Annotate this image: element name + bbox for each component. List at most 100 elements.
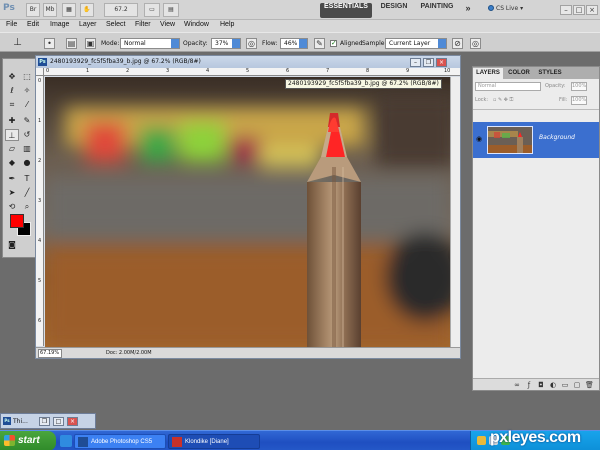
quick-launch-ie-icon[interactable]: [60, 435, 72, 447]
doc-restore-icon[interactable]: ❐: [39, 417, 50, 426]
trash-icon[interactable]: 🗑: [585, 381, 594, 389]
cs-live-button[interactable]: CS Live ▾: [488, 5, 523, 12]
mode-select[interactable]: Normal: [120, 38, 180, 49]
menu-layer[interactable]: Layer: [79, 21, 97, 28]
start-button[interactable]: start: [0, 431, 56, 450]
brush-tool-icon[interactable]: ✎: [20, 115, 34, 127]
crop-tool-icon[interactable]: ⌗: [5, 99, 19, 111]
minimized-document[interactable]: Ps Thi... ❐ □ ×: [0, 413, 96, 429]
history-brush-tool-icon[interactable]: ↺: [20, 129, 34, 141]
layer-mask-icon[interactable]: ◘: [537, 381, 545, 389]
aligned-checkbox[interactable]: ✓: [330, 40, 337, 47]
close-icon[interactable]: ×: [586, 5, 598, 15]
lasso-tool-icon[interactable]: ℓ: [5, 85, 19, 97]
blur-tool-icon[interactable]: ◆: [5, 157, 19, 169]
vertical-ruler[interactable]: 0 1 2 3 4 5 6: [36, 76, 44, 346]
maximize-icon[interactable]: □: [573, 5, 585, 15]
horizontal-ruler[interactable]: 0 1 2 3 4 5 6 7 8 9 10: [44, 68, 460, 76]
menu-file[interactable]: File: [6, 21, 17, 28]
healing-brush-tool-icon[interactable]: ✚: [5, 115, 19, 127]
menu-image[interactable]: Image: [50, 21, 69, 28]
document-size[interactable]: Doc: 2.00M/2.00M: [106, 350, 152, 356]
new-layer-icon[interactable]: ▢: [573, 381, 581, 389]
menu-view[interactable]: View: [160, 21, 175, 28]
menu-filter[interactable]: Filter: [135, 21, 151, 28]
quick-selection-tool-icon[interactable]: ✧: [20, 85, 34, 97]
layer-style-icon[interactable]: ƒ: [525, 381, 533, 389]
marquee-tool-icon[interactable]: ⬚: [20, 71, 34, 83]
type-tool-icon[interactable]: T: [20, 173, 34, 185]
move-tool-icon[interactable]: ✥: [5, 71, 19, 83]
taskbar-photoshop[interactable]: Adobe Photoshop CS5: [74, 434, 166, 449]
ruler-tick-label: 2: [126, 68, 130, 74]
menu-edit[interactable]: Edit: [27, 21, 39, 28]
pressure-opacity-icon[interactable]: ◎: [246, 38, 257, 49]
path-selection-tool-icon[interactable]: ➤: [5, 187, 19, 199]
eyedropper-tool-icon[interactable]: ⁄: [20, 99, 34, 111]
brush-size-icon[interactable]: •: [44, 38, 55, 49]
doc-minimize-icon[interactable]: –: [410, 58, 421, 67]
menu-window[interactable]: Window: [184, 21, 209, 28]
doc-maximize-icon[interactable]: □: [53, 417, 64, 426]
taskbar-klondike[interactable]: Klondike [Diane]: [168, 434, 260, 449]
clone-stamp-icon[interactable]: ⊥: [12, 38, 23, 49]
adjustment-layer-icon[interactable]: ◐: [549, 381, 557, 389]
document-title-bar[interactable]: Ps 2480193929_fc5f5fba39_b.jpg @ 67.2% (…: [36, 56, 460, 68]
clone-source-icon[interactable]: ▣: [85, 38, 96, 49]
zoom-tool-icon[interactable]: ⌕: [20, 201, 34, 213]
eye-icon[interactable]: ◉: [476, 135, 485, 143]
ruler-tick-label: 9: [406, 68, 410, 74]
gradient-tool-icon[interactable]: ▥: [20, 143, 34, 155]
airbrush-icon[interactable]: ✎: [314, 38, 325, 49]
view-extras-icon[interactable]: ▦: [62, 3, 76, 17]
workspace-painting[interactable]: PAINTING: [417, 3, 457, 18]
lock-icons[interactable]: ▫ ✎ ✥ ⚿: [493, 97, 513, 103]
doc-close-icon[interactable]: ×: [67, 417, 78, 426]
sample-select[interactable]: Current Layer: [385, 38, 447, 49]
tab-color[interactable]: COLOR: [504, 68, 534, 79]
collapse-panels-icon[interactable]: [465, 60, 471, 72]
zoom-level-combo[interactable]: 67.2: [104, 3, 138, 17]
tab-styles[interactable]: STYLES: [535, 68, 565, 79]
workspace-essentials[interactable]: ESSENTIALS: [320, 3, 372, 18]
tab-layers[interactable]: LAYERS: [473, 68, 503, 79]
clone-stamp-tool-icon[interactable]: ⊥: [5, 129, 19, 141]
ruler-tick-label: 0: [38, 78, 42, 84]
arrange-documents-icon[interactable]: ▤: [163, 3, 179, 17]
layer-name[interactable]: Background: [539, 134, 575, 141]
dodge-tool-icon[interactable]: ●: [20, 157, 34, 169]
tray-icon[interactable]: [477, 436, 486, 445]
zoom-readout[interactable]: 67.19%: [38, 349, 62, 358]
screen-mode-icon[interactable]: ▭: [144, 3, 160, 17]
brush-panel-icon[interactable]: ▤: [66, 38, 77, 49]
fill-input[interactable]: 100%: [571, 96, 587, 105]
doc-restore-icon[interactable]: ❐: [423, 58, 434, 67]
flow-input[interactable]: 46%: [280, 38, 308, 49]
workspace-design[interactable]: DESIGN: [378, 3, 410, 18]
image-canvas[interactable]: [45, 77, 450, 347]
pen-tool-icon[interactable]: ✒: [5, 173, 19, 185]
more-workspaces-icon[interactable]: »: [462, 3, 474, 18]
blend-mode-select[interactable]: Normal: [475, 82, 541, 91]
minimize-icon[interactable]: –: [560, 5, 572, 15]
menu-select[interactable]: Select: [106, 21, 125, 28]
ruler-origin[interactable]: [36, 68, 44, 76]
layer-opacity-input[interactable]: 100%: [571, 82, 587, 91]
hand-tool-icon[interactable]: ✋: [80, 3, 94, 17]
link-layers-icon[interactable]: ∞: [513, 381, 521, 389]
shape-tool-icon[interactable]: ╱: [20, 187, 34, 199]
vertical-scrollbar[interactable]: [450, 77, 460, 347]
ignore-adjustment-layers-icon[interactable]: ⊘: [452, 38, 463, 49]
foreground-color-swatch[interactable]: [10, 214, 24, 228]
layer-row-background[interactable]: ◉ Background: [473, 122, 599, 158]
3d-rotate-tool-icon[interactable]: ⟲: [5, 201, 19, 213]
pressure-size-icon[interactable]: ◎: [470, 38, 481, 49]
quick-mask-icon[interactable]: ◙: [5, 239, 19, 251]
eraser-tool-icon[interactable]: ▱: [5, 143, 19, 155]
menu-help[interactable]: Help: [220, 21, 234, 28]
opacity-input[interactable]: 37%: [211, 38, 241, 49]
new-group-icon[interactable]: ▭: [561, 381, 569, 389]
doc-close-icon[interactable]: ×: [436, 58, 447, 67]
minibridge-icon[interactable]: Mb: [43, 3, 57, 17]
bridge-icon[interactable]: Br: [26, 3, 40, 17]
